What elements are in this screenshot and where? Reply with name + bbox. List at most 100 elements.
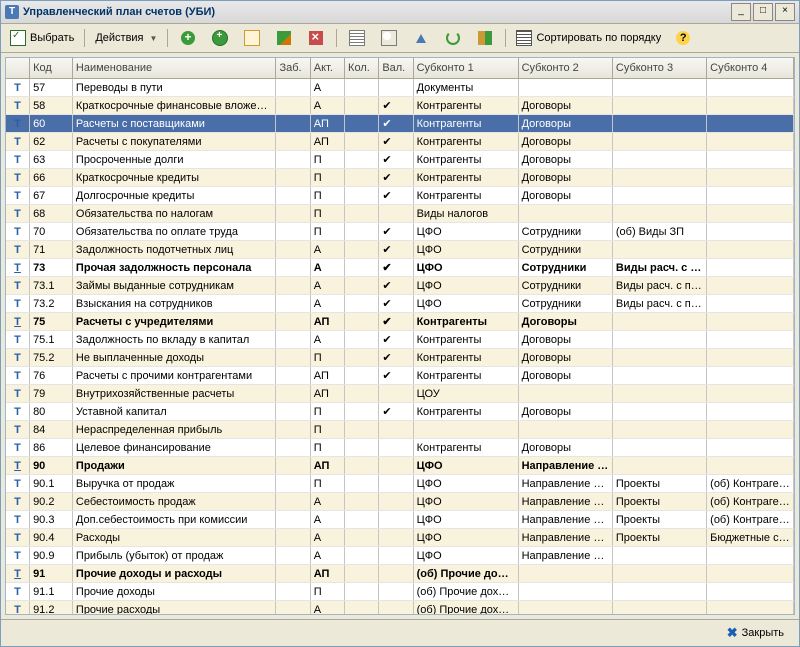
table-row[interactable]: T86Целевое финансированиеПКонтрагентыДог…	[6, 439, 794, 457]
table-row[interactable]: T91Прочие доходы и расходыАП(об) Прочие …	[6, 565, 794, 583]
table-cell	[707, 583, 794, 601]
table-row[interactable]: T76Расчеты с прочими контрагентамиАП✔Кон…	[6, 367, 794, 385]
table-row[interactable]: T58Краткосрочные финансовые вложенияА✔Ко…	[6, 97, 794, 115]
grid-scroll[interactable]: КодНаименованиеЗаб.Акт.Кол.Вал.Субконто …	[6, 58, 794, 614]
column-header[interactable]: Субконто 2	[518, 58, 612, 79]
table-row[interactable]: T90.1Выручка от продажПЦФОНаправление де…	[6, 475, 794, 493]
refresh-button[interactable]	[438, 27, 468, 49]
table-cell: ЦФО	[413, 511, 518, 529]
table-row[interactable]: T73Прочая задолжность персоналаА✔ЦФОСотр…	[6, 259, 794, 277]
table-row[interactable]: T68Обязательства по налогамПВиды налогов	[6, 205, 794, 223]
table-row[interactable]: T70Обязательства по оплате трудаП✔ЦФОСот…	[6, 223, 794, 241]
column-header[interactable]: Субконто 3	[612, 58, 706, 79]
table-row[interactable]: T80Уставной капиталП✔КонтрагентыДоговоры	[6, 403, 794, 421]
close-label: Закрыть	[742, 627, 784, 639]
table-cell: Продажи	[72, 457, 276, 475]
edit-button[interactable]	[269, 27, 299, 49]
table-cell: ✔	[379, 259, 413, 277]
row-type-icon: T	[14, 496, 21, 508]
column-header[interactable]: Субконто 4	[707, 58, 794, 79]
table-cell	[276, 259, 310, 277]
row-type-icon: T	[14, 100, 21, 112]
table-cell: T	[6, 565, 30, 583]
table-row[interactable]: T66Краткосрочные кредитыП✔КонтрагентыДог…	[6, 169, 794, 187]
table-row[interactable]: T71Задолжность подотчетных лицА✔ЦФОСотру…	[6, 241, 794, 259]
table-cell	[612, 583, 706, 601]
copy-button[interactable]	[237, 27, 267, 49]
add-button[interactable]	[173, 27, 203, 49]
level-up-button[interactable]	[406, 27, 436, 49]
row-type-icon: T	[14, 316, 21, 328]
table-cell: 90	[30, 457, 73, 475]
table-cell	[345, 313, 379, 331]
column-header[interactable]: Заб.	[276, 58, 310, 79]
minimize-button[interactable]: _	[731, 3, 751, 21]
table-row[interactable]: T57Переводы в путиАДокументы	[6, 79, 794, 97]
table-cell: 58	[30, 97, 73, 115]
column-header[interactable]	[6, 58, 30, 79]
hierarchy-button[interactable]	[342, 27, 372, 49]
close-button[interactable]: ✖ Закрыть	[720, 622, 791, 644]
table-cell	[518, 79, 612, 97]
close-window-button[interactable]: ×	[775, 3, 795, 21]
table-row[interactable]: T60Расчеты с поставщикамиАП✔КонтрагентыД…	[6, 115, 794, 133]
table-cell	[276, 475, 310, 493]
table-cell	[345, 295, 379, 313]
table-cell: Контрагенты	[413, 403, 518, 421]
table-row[interactable]: T90.2Себестоимость продажАЦФОНаправление…	[6, 493, 794, 511]
table-row[interactable]: T73.2Взыскания на сотрудниковА✔ЦФОСотруд…	[6, 295, 794, 313]
find-button[interactable]	[374, 27, 404, 49]
column-header[interactable]: Субконто 1	[413, 58, 518, 79]
hierarchy-icon	[349, 30, 365, 46]
actions-dropdown[interactable]: Действия▼	[90, 27, 162, 49]
table-row[interactable]: T90.4РасходыАЦФОНаправление деятель…Прое…	[6, 529, 794, 547]
table-cell: Внутрихозяйственные расчеты	[72, 385, 276, 403]
column-header[interactable]: Код	[30, 58, 73, 79]
table-row[interactable]: T63Просроченные долгиП✔КонтрагентыДогово…	[6, 151, 794, 169]
table-cell	[707, 241, 794, 259]
table-row[interactable]: T75.2Не выплаченные доходыП✔КонтрагентыД…	[6, 349, 794, 367]
table-cell	[345, 331, 379, 349]
select-button[interactable]: Выбрать	[5, 27, 79, 49]
table-cell: Доп.себестоимость при комиссии	[72, 511, 276, 529]
delete-button[interactable]	[301, 27, 331, 49]
table-row[interactable]: T73.1Займы выданные сотрудникамА✔ЦФОСотр…	[6, 277, 794, 295]
table-row[interactable]: T75.1Задолжность по вкладу в капиталА✔Ко…	[6, 331, 794, 349]
table-cell	[612, 367, 706, 385]
move-button[interactable]	[470, 27, 500, 49]
row-type-icon: T	[14, 136, 21, 148]
table-cell: 90.4	[30, 529, 73, 547]
help-button[interactable]	[668, 27, 698, 49]
column-header[interactable]: Вал.	[379, 58, 413, 79]
table-row[interactable]: T91.2Прочие расходыА(об) Прочие доход…	[6, 601, 794, 615]
table-cell	[276, 331, 310, 349]
column-header[interactable]: Наименование	[72, 58, 276, 79]
table-row[interactable]: T90.9Прибыль (убыток) от продажАЦФОНапра…	[6, 547, 794, 565]
table-cell: Краткосрочные кредиты	[72, 169, 276, 187]
column-header[interactable]: Кол.	[345, 58, 379, 79]
table-cell: А	[310, 241, 344, 259]
column-header[interactable]: Акт.	[310, 58, 344, 79]
table-row[interactable]: T67Долгосрочные кредитыП✔КонтрагентыДого…	[6, 187, 794, 205]
table-cell: ✔	[379, 97, 413, 115]
row-type-icon: T	[14, 280, 21, 292]
find-icon	[381, 30, 397, 46]
table-cell	[612, 421, 706, 439]
app-icon: T	[5, 5, 19, 19]
maximize-button[interactable]: □	[753, 3, 773, 21]
table-cell	[276, 277, 310, 295]
table-row[interactable]: T90ПродажиАПЦФОНаправление деят…	[6, 457, 794, 475]
table-cell: Направление деятель…	[518, 493, 612, 511]
add-group-button[interactable]	[205, 27, 235, 49]
table-cell	[345, 601, 379, 615]
row-type-icon: T	[14, 478, 21, 490]
sort-button[interactable]: Сортировать по порядку	[511, 27, 666, 49]
table-cell: ✔	[379, 367, 413, 385]
table-row[interactable]: T75Расчеты с учредителямиАП✔КонтрагентыД…	[6, 313, 794, 331]
table-row[interactable]: T62Расчеты с покупателямиАП✔КонтрагентыД…	[6, 133, 794, 151]
table-cell	[518, 385, 612, 403]
table-row[interactable]: T91.1Прочие доходыП(об) Прочие доход…	[6, 583, 794, 601]
table-row[interactable]: T79Внутрихозяйственные расчетыАПЦОУ	[6, 385, 794, 403]
table-row[interactable]: T84Нераспределенная прибыльП	[6, 421, 794, 439]
table-row[interactable]: T90.3Доп.себестоимость при комиссииАЦФОН…	[6, 511, 794, 529]
